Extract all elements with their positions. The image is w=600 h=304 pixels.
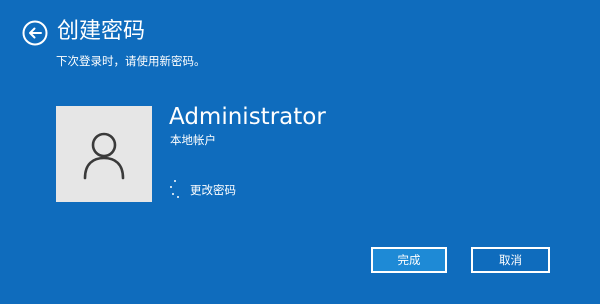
finish-button[interactable]: 完成 [371, 247, 447, 273]
username: Administrator [169, 104, 326, 130]
back-arrow-icon [22, 20, 48, 46]
spinner-icon [166, 180, 182, 200]
page-subtitle: 下次登录时，请使用新密码。 [56, 54, 206, 68]
cancel-button[interactable]: 取消 [471, 247, 550, 273]
page-title: 创建密码 [57, 19, 146, 44]
account-type: 本地帐户 [170, 133, 216, 147]
back-button[interactable] [22, 20, 48, 46]
avatar [56, 106, 152, 202]
status-text: 更改密码 [190, 183, 236, 197]
user-icon [83, 132, 125, 180]
